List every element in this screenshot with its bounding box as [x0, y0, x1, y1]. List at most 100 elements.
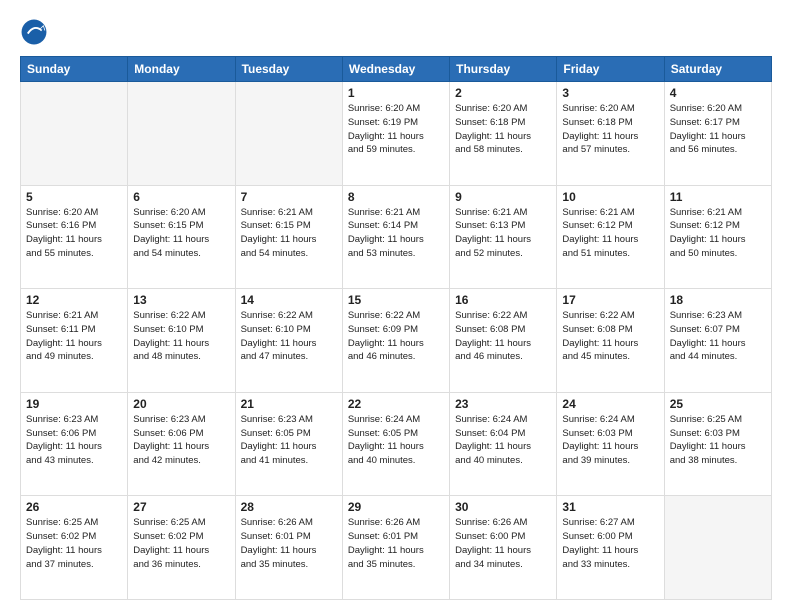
day-number: 17: [562, 293, 658, 307]
day-info: Sunrise: 6:24 AM Sunset: 6:03 PM Dayligh…: [562, 413, 658, 468]
day-number: 16: [455, 293, 551, 307]
calendar-cell: 6 Sunrise: 6:20 AM Sunset: 6:15 PM Daylig…: [128, 185, 235, 289]
day-info: Sunrise: 6:20 AM Sunset: 6:16 PM Dayligh…: [26, 206, 122, 261]
calendar-cell: 7Sunrise: 6:21 AM Sunset: 6:15 PM Daylig…: [235, 185, 342, 289]
day-number: 6: [133, 190, 229, 204]
day-number: 26: [26, 500, 122, 514]
day-info: Sunrise: 6:22 AM Sunset: 6:10 PM Dayligh…: [133, 309, 229, 364]
day-info: Sunrise: 6:21 AM Sunset: 6:12 PM Dayligh…: [670, 206, 766, 261]
day-info: Sunrise: 6:21 AM Sunset: 6:11 PM Dayligh…: [26, 309, 122, 364]
calendar-cell: 29Sunrise: 6:26 AM Sunset: 6:01 PM Dayli…: [342, 496, 449, 600]
day-info: Sunrise: 6:22 AM Sunset: 6:09 PM Dayligh…: [348, 309, 444, 364]
day-info: Sunrise: 6:20 AM Sunset: 6:15 PM Dayligh…: [133, 206, 229, 261]
calendar-cell: 22Sunrise: 6:24 AM Sunset: 6:05 PM Dayli…: [342, 392, 449, 496]
calendar-cell: 31 Sunrise: 6:27 AM Sunset: 6:00 PM Dayli…: [557, 496, 664, 600]
calendar-cell: 19 Sunrise: 6:23 AM Sunset: 6:06 PM Dayli…: [21, 392, 128, 496]
calendar-cell: [235, 82, 342, 186]
day-info: Sunrise: 6:22 AM Sunset: 6:10 PM Dayligh…: [241, 309, 337, 364]
day-info: Sunrise: 6:25 AM Sunset: 6:02 PM Dayligh…: [26, 516, 122, 571]
calendar-cell: 3 Sunrise: 6:20 AM Sunset: 6:18 PM Daylig…: [557, 82, 664, 186]
calendar-cell: 8 Sunrise: 6:21 AM Sunset: 6:14 PM Daylig…: [342, 185, 449, 289]
calendar-cell: [128, 82, 235, 186]
day-info: Sunrise: 6:23 AM Sunset: 6:06 PM Dayligh…: [26, 413, 122, 468]
day-number: 23: [455, 397, 551, 411]
calendar-cell: 12 Sunrise: 6:21 AM Sunset: 6:11 PM Dayli…: [21, 289, 128, 393]
day-number: 3: [562, 86, 658, 100]
day-number: 24: [562, 397, 658, 411]
day-info: Sunrise: 6:20 AM Sunset: 6:17 PM Dayligh…: [670, 102, 766, 157]
day-info: Sunrise: 6:22 AM Sunset: 6:08 PM Dayligh…: [455, 309, 551, 364]
day-info: Sunrise: 6:21 AM Sunset: 6:13 PM Dayligh…: [455, 206, 551, 261]
day-number: 4: [670, 86, 766, 100]
day-number: 25: [670, 397, 766, 411]
day-number: 30: [455, 500, 551, 514]
logo-icon: [20, 18, 48, 46]
calendar-cell: 1Sunrise: 6:20 AM Sunset: 6:19 PM Daylig…: [342, 82, 449, 186]
day-number: 8: [348, 190, 444, 204]
day-number: 20: [133, 397, 229, 411]
day-info: Sunrise: 6:20 AM Sunset: 6:18 PM Dayligh…: [562, 102, 658, 157]
day-info: Sunrise: 6:24 AM Sunset: 6:04 PM Dayligh…: [455, 413, 551, 468]
day-info: Sunrise: 6:21 AM Sunset: 6:15 PM Dayligh…: [241, 206, 337, 261]
week-row-1: 1Sunrise: 6:20 AM Sunset: 6:19 PM Daylig…: [21, 82, 772, 186]
weekday-header-thursday: Thursday: [450, 57, 557, 82]
day-number: 27: [133, 500, 229, 514]
day-number: 19: [26, 397, 122, 411]
calendar-cell: 9 Sunrise: 6:21 AM Sunset: 6:13 PM Daylig…: [450, 185, 557, 289]
week-row-3: 12 Sunrise: 6:21 AM Sunset: 6:11 PM Dayli…: [21, 289, 772, 393]
calendar-cell: 26 Sunrise: 6:25 AM Sunset: 6:02 PM Dayli…: [21, 496, 128, 600]
day-info: Sunrise: 6:22 AM Sunset: 6:08 PM Dayligh…: [562, 309, 658, 364]
calendar-cell: 11Sunrise: 6:21 AM Sunset: 6:12 PM Dayli…: [664, 185, 771, 289]
day-info: Sunrise: 6:26 AM Sunset: 6:01 PM Dayligh…: [241, 516, 337, 571]
calendar-cell: 27 Sunrise: 6:25 AM Sunset: 6:02 PM Dayli…: [128, 496, 235, 600]
day-info: Sunrise: 6:21 AM Sunset: 6:14 PM Dayligh…: [348, 206, 444, 261]
calendar-cell: 30 Sunrise: 6:26 AM Sunset: 6:00 PM Dayli…: [450, 496, 557, 600]
weekday-header-wednesday: Wednesday: [342, 57, 449, 82]
calendar-cell: 15 Sunrise: 6:22 AM Sunset: 6:09 PM Dayli…: [342, 289, 449, 393]
day-info: Sunrise: 6:25 AM Sunset: 6:03 PM Dayligh…: [670, 413, 766, 468]
weekday-header-monday: Monday: [128, 57, 235, 82]
page: SundayMondayTuesdayWednesdayThursdayFrid…: [0, 0, 792, 612]
calendar-cell: 17 Sunrise: 6:22 AM Sunset: 6:08 PM Dayli…: [557, 289, 664, 393]
day-number: 9: [455, 190, 551, 204]
calendar-cell: 5 Sunrise: 6:20 AM Sunset: 6:16 PM Daylig…: [21, 185, 128, 289]
day-info: Sunrise: 6:23 AM Sunset: 6:07 PM Dayligh…: [670, 309, 766, 364]
calendar-cell: 20 Sunrise: 6:23 AM Sunset: 6:06 PM Dayli…: [128, 392, 235, 496]
calendar-cell: 21 Sunrise: 6:23 AM Sunset: 6:05 PM Dayli…: [235, 392, 342, 496]
calendar-cell: 24 Sunrise: 6:24 AM Sunset: 6:03 PM Dayli…: [557, 392, 664, 496]
calendar-cell: [21, 82, 128, 186]
weekday-header-saturday: Saturday: [664, 57, 771, 82]
day-info: Sunrise: 6:20 AM Sunset: 6:19 PM Dayligh…: [348, 102, 444, 157]
calendar-cell: 4 Sunrise: 6:20 AM Sunset: 6:17 PM Daylig…: [664, 82, 771, 186]
day-info: Sunrise: 6:23 AM Sunset: 6:06 PM Dayligh…: [133, 413, 229, 468]
day-number: 10: [562, 190, 658, 204]
day-info: Sunrise: 6:26 AM Sunset: 6:00 PM Dayligh…: [455, 516, 551, 571]
day-number: 13: [133, 293, 229, 307]
day-info: Sunrise: 6:27 AM Sunset: 6:00 PM Dayligh…: [562, 516, 658, 571]
week-row-4: 19 Sunrise: 6:23 AM Sunset: 6:06 PM Dayli…: [21, 392, 772, 496]
logo: [20, 18, 52, 46]
day-number: 12: [26, 293, 122, 307]
calendar-table: SundayMondayTuesdayWednesdayThursdayFrid…: [20, 56, 772, 600]
weekday-header-sunday: Sunday: [21, 57, 128, 82]
weekday-header-row: SundayMondayTuesdayWednesdayThursdayFrid…: [21, 57, 772, 82]
calendar-cell: 13 Sunrise: 6:22 AM Sunset: 6:10 PM Dayli…: [128, 289, 235, 393]
header: [20, 18, 772, 46]
day-number: 21: [241, 397, 337, 411]
week-row-2: 5 Sunrise: 6:20 AM Sunset: 6:16 PM Daylig…: [21, 185, 772, 289]
calendar-cell: 16 Sunrise: 6:22 AM Sunset: 6:08 PM Dayli…: [450, 289, 557, 393]
day-number: 29: [348, 500, 444, 514]
calendar-cell: 25 Sunrise: 6:25 AM Sunset: 6:03 PM Dayli…: [664, 392, 771, 496]
day-info: Sunrise: 6:23 AM Sunset: 6:05 PM Dayligh…: [241, 413, 337, 468]
day-info: Sunrise: 6:21 AM Sunset: 6:12 PM Dayligh…: [562, 206, 658, 261]
weekday-header-friday: Friday: [557, 57, 664, 82]
calendar-cell: 28Sunrise: 6:26 AM Sunset: 6:01 PM Dayli…: [235, 496, 342, 600]
day-number: 15: [348, 293, 444, 307]
day-number: 18: [670, 293, 766, 307]
day-number: 5: [26, 190, 122, 204]
weekday-header-tuesday: Tuesday: [235, 57, 342, 82]
day-info: Sunrise: 6:24 AM Sunset: 6:05 PM Dayligh…: [348, 413, 444, 468]
day-info: Sunrise: 6:25 AM Sunset: 6:02 PM Dayligh…: [133, 516, 229, 571]
calendar-cell: 18 Sunrise: 6:23 AM Sunset: 6:07 PM Dayli…: [664, 289, 771, 393]
day-number: 31: [562, 500, 658, 514]
